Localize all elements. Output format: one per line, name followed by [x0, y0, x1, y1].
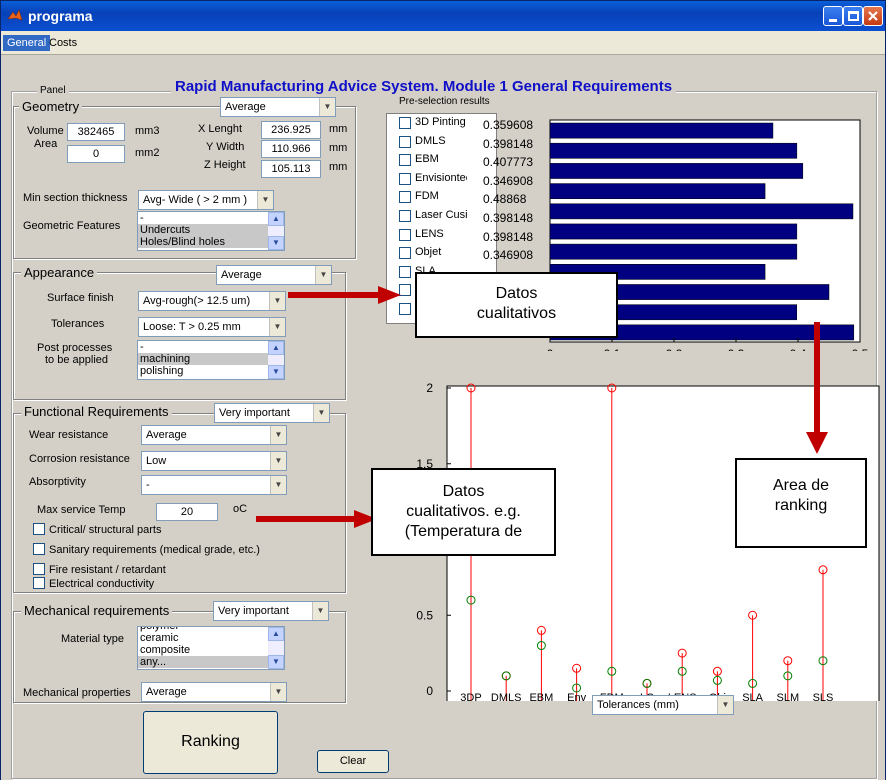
menu-bar: General Costs — [1, 31, 885, 55]
minimize-button[interactable] — [823, 6, 843, 26]
arrow-to-datos-1 — [288, 286, 401, 304]
menu-costs[interactable]: Costs — [45, 35, 81, 51]
app-window: programa General Costs Panel Rapid Manuf… — [0, 0, 886, 780]
maximize-button[interactable] — [843, 6, 863, 26]
arrow-to-datos-2 — [256, 510, 377, 528]
callout-line: cualitativos — [476, 305, 557, 322]
callout-datos-temperatura: Datos cualitativos. e.g. (Temperatura de — [371, 468, 556, 556]
arrow-to-ranking — [806, 322, 828, 454]
callout-area-ranking: Area de ranking — [735, 458, 867, 548]
window-title: programa — [28, 8, 93, 24]
callout-line: Area de — [772, 477, 830, 494]
close-button[interactable] — [863, 6, 883, 26]
close-icon — [868, 11, 878, 21]
callout-line: (Temperatura de — [404, 523, 523, 540]
callout-line: Datos — [442, 483, 485, 500]
matlab-icon — [7, 9, 23, 21]
menu-general[interactable]: General — [3, 35, 51, 51]
callout-line: ranking — [774, 497, 828, 514]
callout-datos-cualitativos: Datos cualitativos — [415, 272, 618, 338]
title-bar: programa — [1, 1, 885, 31]
annotation-arrows — [256, 286, 828, 528]
callout-line: cualitativos. e.g. — [406, 503, 521, 520]
callout-line: Datos — [495, 285, 538, 302]
main-panel: Panel Rapid Manufacturing Advice System.… — [1, 56, 885, 780]
